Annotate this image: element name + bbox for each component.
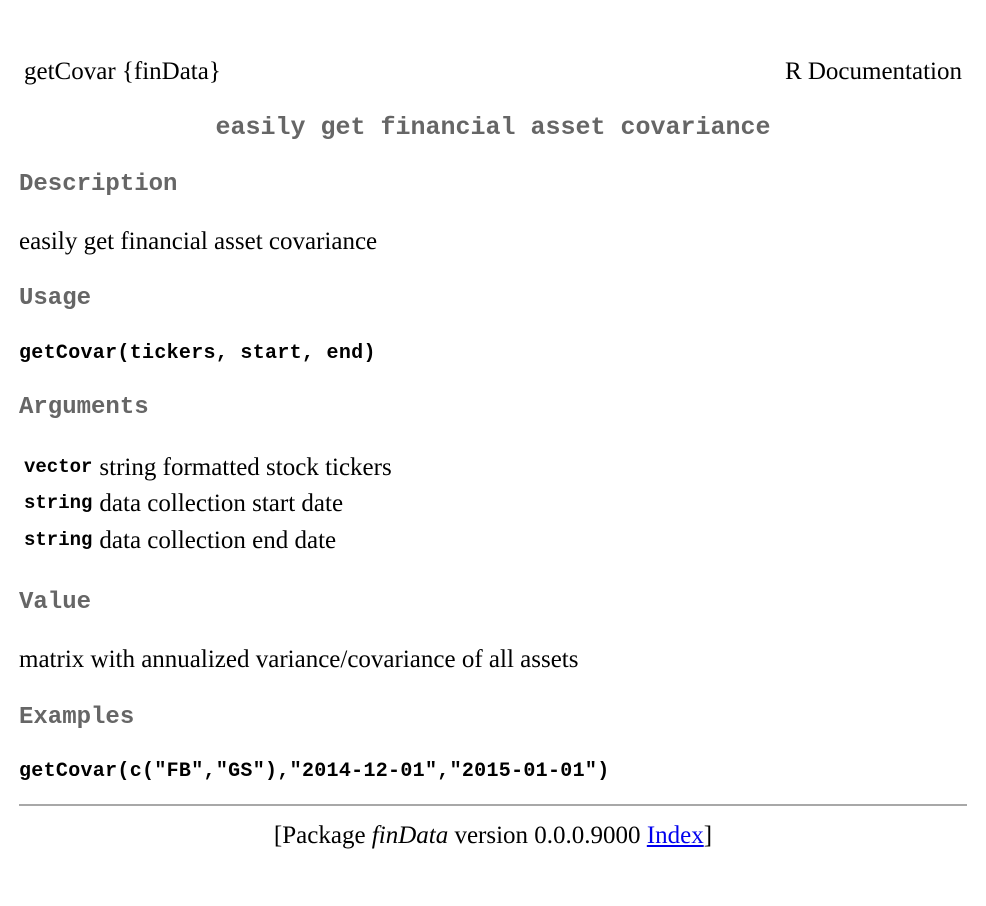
argument-row: string data collection end date <box>24 527 336 555</box>
value-heading: Value <box>19 589 92 616</box>
footer-divider <box>19 804 967 806</box>
arguments-heading: Arguments <box>19 394 149 421</box>
index-link[interactable]: Index <box>647 822 704 849</box>
argument-row: string data collection start date <box>24 490 343 518</box>
argument-row: vector string formatted stock tickers <box>24 454 392 482</box>
doc-header: getCovar {finData} R Documentation <box>24 58 962 88</box>
argument-description: string formatted stock tickers <box>99 454 392 481</box>
footer-suffix: ] <box>703 822 713 849</box>
r-documentation-label: R Documentation <box>784 58 962 85</box>
argument-description: data collection start date <box>99 490 344 517</box>
description-heading: Description <box>19 171 178 198</box>
argument-name: string <box>24 529 93 551</box>
footer-prefix: [Package <box>273 822 372 849</box>
value-text: matrix with annualized variance/covarian… <box>19 646 579 673</box>
topic-label: getCovar {finData} <box>24 58 221 85</box>
argument-name: string <box>24 492 93 514</box>
description-text: easily get financial asset covariance <box>19 228 378 255</box>
page-title: easily get financial asset covariance <box>215 113 771 142</box>
package-footer: [Package finData version 0.0.0.9000 Inde… <box>0 822 986 850</box>
argument-name: vector <box>24 456 93 478</box>
examples-code: getCovar(c("FB","GS"),"2014-12-01","2015… <box>19 760 610 783</box>
argument-description: data collection end date <box>99 527 337 554</box>
package-version: version 0.0.0.9000 <box>448 822 647 849</box>
usage-heading: Usage <box>19 285 92 312</box>
examples-heading: Examples <box>19 704 135 731</box>
usage-code: getCovar(tickers, start, end) <box>19 342 376 365</box>
package-name: finData <box>371 822 449 849</box>
